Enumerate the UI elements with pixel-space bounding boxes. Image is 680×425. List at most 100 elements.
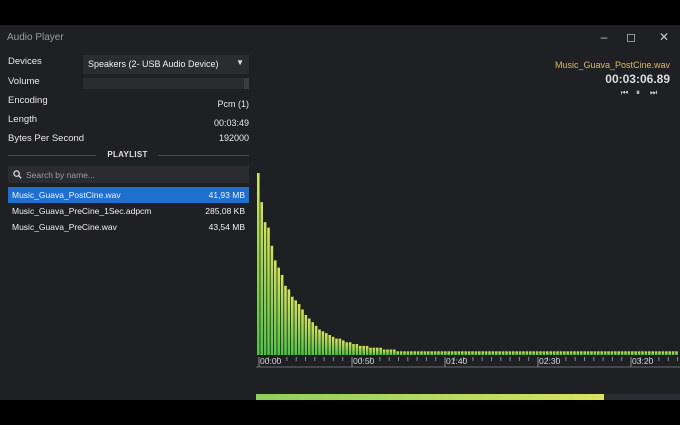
spectrum-bar [430, 351, 433, 355]
spectrum-bar [569, 351, 573, 355]
spectrum-bar [444, 351, 447, 355]
spectrum-bar [641, 351, 644, 355]
spectrum-bar [474, 351, 478, 355]
spectrum-bar [481, 351, 484, 355]
playlist-item-name: Music_Guava_PostCine.wav [12, 190, 121, 200]
playlist-item-name: Music_Guava_PreCine_1Sec.adpcm [12, 206, 152, 216]
spectrum-bar [267, 227, 270, 355]
playlist-divider-left [8, 155, 96, 156]
spectrum-bar [535, 351, 539, 355]
spectrum-bar [301, 309, 304, 355]
spectrum-bar [654, 351, 658, 355]
playlist-item[interactable]: Music_Guava_PostCine.wav 41,93 MB [8, 187, 249, 203]
spectrum-bar [280, 274, 284, 355]
spectrum-bar [294, 300, 297, 355]
spectrum-bar [505, 351, 508, 355]
spectrum-bar [620, 351, 624, 355]
spectrum-bar [423, 351, 427, 355]
spectrum-bar [515, 351, 518, 355]
spectrum-bar [376, 347, 379, 355]
spectrum-bar [501, 351, 505, 355]
playlist-title: PLAYLIST [107, 150, 148, 159]
spectrum-bar [382, 349, 386, 355]
playlist-item-size: 41,93 MB [208, 190, 245, 200]
spectrum-bar [675, 351, 678, 355]
spectrum-bar [617, 351, 620, 355]
spectrum-bar [559, 351, 563, 355]
spectrum-bar [580, 351, 583, 355]
spectrum-bar [311, 322, 314, 355]
spectrum-bar [478, 351, 481, 355]
spectrum-bar [518, 351, 522, 355]
playlist-search[interactable] [8, 166, 249, 183]
timeline-label: 00:50 [353, 356, 375, 366]
spectrum-bar [257, 173, 260, 355]
timeline-label: 02:30 [539, 356, 561, 366]
spectrum-bar [403, 351, 406, 355]
search-input[interactable] [26, 166, 241, 183]
spectrum-bar [484, 351, 488, 355]
spectrum-bar [556, 351, 559, 355]
spectrum-bar [467, 351, 471, 355]
spectrum-bar [440, 351, 444, 355]
spectrum-bar [597, 351, 600, 355]
playback-progress-bar[interactable] [256, 394, 680, 400]
playlist-item-size: 285,08 KB [205, 206, 245, 216]
spectrum-bar [348, 342, 352, 355]
spectrum-bar [529, 351, 532, 355]
spectrum-bar [413, 351, 416, 355]
spectrum-bar [461, 351, 464, 355]
spectrum-bar [362, 345, 365, 355]
volume-slider[interactable] [83, 78, 249, 89]
bytes-per-second-label: Bytes Per Second [8, 133, 85, 144]
spectrum-bar [539, 351, 542, 355]
spectrum-bar [355, 344, 359, 355]
spectrum-bar [614, 351, 617, 355]
spectrum-bar [546, 351, 549, 355]
spectrum-bar [335, 338, 338, 355]
spectrum-bar [331, 336, 335, 355]
spectrum-bar [583, 351, 586, 355]
spectrum-bar [369, 347, 372, 355]
encoding-label: Encoding [8, 95, 48, 106]
spectrum-bar [297, 304, 301, 355]
spectrum-bar [270, 245, 274, 355]
spectrum-bar [291, 296, 294, 355]
spectrum-bar [386, 349, 389, 355]
volume-slider-thumb[interactable] [244, 78, 249, 89]
spectrum-bar [287, 289, 291, 355]
length-label: Length [8, 114, 38, 125]
spectrum-bar [457, 351, 461, 355]
timeline-label: 00:00 [260, 356, 282, 366]
playback-progress-fill [256, 394, 604, 400]
spectrum-bar [522, 351, 525, 355]
spectrum-bar [610, 351, 614, 355]
spectrum-bar [318, 329, 321, 355]
encoding-value: Pcm (1) [217, 99, 250, 109]
spectrum-bar [416, 351, 420, 355]
spectrum-bar [304, 314, 308, 355]
spectrum-bar [345, 342, 348, 355]
spectrum-bar [359, 345, 362, 355]
spectrum-bar [603, 351, 607, 355]
spectrum-visualizer: 00:00 00:50 01:40 02:30 03:20 [256, 173, 680, 368]
spectrum-bar [406, 351, 410, 355]
playlist-item[interactable]: Music_Guava_PreCine.wav 43,54 MB [8, 219, 249, 235]
spectrum-bar [586, 351, 590, 355]
spectrum-bar [437, 351, 440, 355]
spectrum-bar [590, 351, 593, 355]
spectrum-bar [631, 351, 634, 355]
playlist-item[interactable]: Music_Guava_PreCine_1Sec.adpcm 285,08 KB [8, 203, 249, 219]
device-select[interactable]: Speakers (2- USB Audio Device) ▼ [83, 55, 249, 74]
spectrum-bar [420, 351, 423, 355]
spectrum-bar [512, 351, 515, 355]
spectrum-bar [365, 345, 369, 355]
device-select-value: Speakers (2- USB Audio Device) [88, 59, 219, 69]
spectrum-bar [308, 318, 311, 355]
spectrum-bar [491, 351, 495, 355]
spectrum-bar [410, 351, 413, 355]
spectrum-bar [552, 351, 556, 355]
spectrum-bar [624, 351, 627, 355]
spectrum-bar [389, 349, 393, 355]
spectrum-bar [328, 334, 331, 355]
